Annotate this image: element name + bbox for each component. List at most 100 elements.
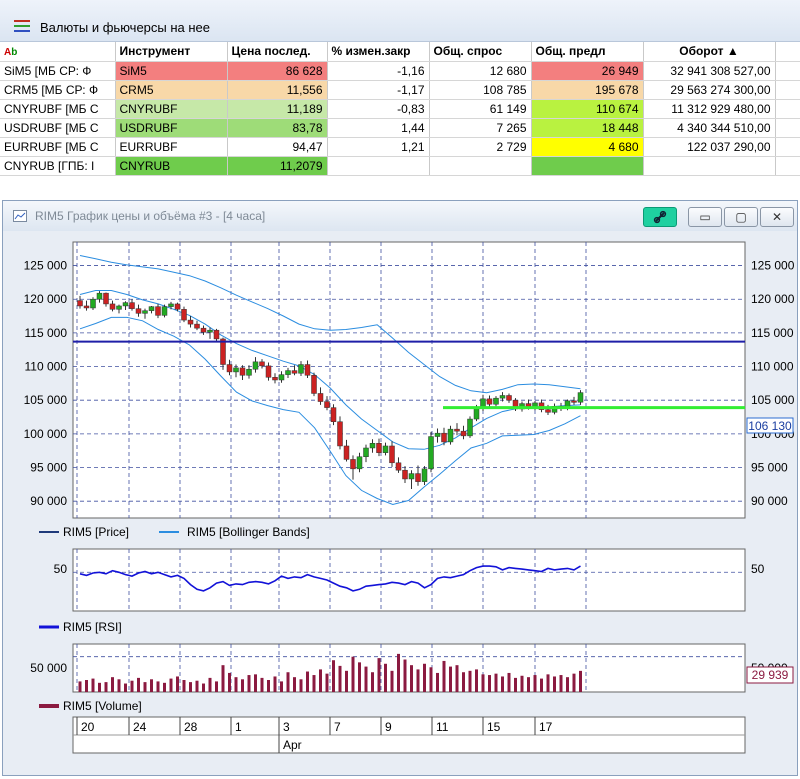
candle-down xyxy=(389,445,395,464)
candle-up xyxy=(363,447,369,457)
volume-plot-area[interactable] xyxy=(72,643,746,693)
volume-bar xyxy=(156,681,160,692)
quotes-title: Валюты и фьючерсы на нее xyxy=(40,20,211,35)
price-axis-label-left: 90 000 xyxy=(30,494,67,508)
row-offer[interactable] xyxy=(531,156,644,176)
column-header-last-price[interactable]: Цена послед. xyxy=(227,42,328,62)
row-bid[interactable]: 7 265 xyxy=(429,118,532,138)
candle-down xyxy=(129,302,135,309)
row-instrument-name[interactable]: SiM5 [МБ СР: Ф xyxy=(0,61,116,81)
row-instrument-code[interactable]: SiM5 xyxy=(115,61,228,81)
row-offer[interactable]: 195 678 xyxy=(531,80,644,100)
candle-down xyxy=(239,367,246,376)
row-instrument-name[interactable]: EURRUBF [МБ С xyxy=(0,137,116,157)
volume-bar xyxy=(130,680,134,692)
date-label: 24 xyxy=(133,720,147,734)
row-instrument-code[interactable]: USDRUBF xyxy=(115,118,228,138)
volume-bar xyxy=(540,678,543,692)
row-last-price[interactable]: 94,47 xyxy=(227,137,328,157)
quote-row[interactable]: USDRUBF [МБ С USDRUBF 83,78 1,44 7 265 18 448… xyxy=(0,118,800,138)
quote-row[interactable]: CRM5 [МБ СР: Ф CRM5 11,556 -1,17 108 785 195 … xyxy=(0,80,800,100)
minimize-button[interactable]: ▭ xyxy=(688,207,722,227)
row-turnover[interactable]: 4 340 344 510,00 xyxy=(643,118,776,138)
row-change[interactable]: -0,83 xyxy=(327,99,430,119)
row-bid[interactable] xyxy=(429,156,532,176)
close-button[interactable]: ✕ xyxy=(760,207,794,227)
row-change[interactable]: -1,16 xyxy=(327,61,430,81)
row-instrument-code[interactable]: CRM5 xyxy=(115,80,228,100)
candle-down xyxy=(350,459,356,470)
volume-axis-label-left: 50 000 xyxy=(30,661,67,675)
row-change[interactable]: 1,21 xyxy=(327,137,430,157)
ab-marker[interactable]: Ab xyxy=(0,42,116,62)
candle-down xyxy=(486,398,493,405)
price-axis-label-right: 120 000 xyxy=(751,292,795,306)
volume-bar xyxy=(78,681,82,692)
row-change[interactable]: 1,44 xyxy=(327,118,430,138)
price-axis-label-left: 110 000 xyxy=(25,360,68,374)
row-turnover[interactable]: 11 312 929 480,00 xyxy=(643,99,776,119)
row-last-price[interactable]: 11,189 xyxy=(227,99,328,119)
row-change[interactable] xyxy=(327,156,430,176)
row-change[interactable]: -1,17 xyxy=(327,80,430,100)
row-instrument-name[interactable]: CNYRUB [ГПБ: I xyxy=(0,156,116,176)
column-header-offer[interactable]: Общ. предл xyxy=(531,42,644,62)
row-instrument-name[interactable]: USDRUBF [МБ С xyxy=(0,118,116,138)
row-last-price[interactable]: 11,556 xyxy=(227,80,328,100)
row-filler xyxy=(775,118,800,138)
row-offer[interactable]: 4 680 xyxy=(531,137,644,157)
column-header-bid[interactable]: Общ. спрос xyxy=(429,42,532,62)
row-bid[interactable]: 2 729 xyxy=(429,137,532,157)
row-instrument-code[interactable]: EURRUBF xyxy=(115,137,228,157)
candle-up xyxy=(434,432,441,437)
volume-bar xyxy=(351,656,355,692)
price-axis-label-left: 125 000 xyxy=(24,259,68,273)
quote-row[interactable]: EURRUBF [МБ С EURRUBF 94,47 1,21 2 729 4 680 1… xyxy=(0,137,800,157)
quotes-title-bar[interactable]: Валюты и фьючерсы на нее xyxy=(0,0,800,42)
column-header-change[interactable]: % измен.закр xyxy=(327,42,430,62)
quote-row[interactable]: SiM5 [МБ СР: Ф SiM5 86 628 -1,16 12 680 26 94… xyxy=(0,61,800,81)
candle-down xyxy=(460,430,467,437)
link-button[interactable] xyxy=(643,207,677,227)
row-bid[interactable]: 12 680 xyxy=(429,61,532,81)
quotes-window: Валюты и фьючерсы на нее Ab Инструмент Ц… xyxy=(0,0,800,184)
volume-bar xyxy=(416,669,420,692)
row-offer[interactable]: 18 448 xyxy=(531,118,644,138)
row-last-price[interactable]: 83,78 xyxy=(227,118,328,138)
row-turnover[interactable]: 29 563 274 300,00 xyxy=(643,80,776,100)
restore-button[interactable]: ▢ xyxy=(724,207,758,227)
row-filler xyxy=(775,156,800,176)
column-header-turnover[interactable]: Оборот ▲ xyxy=(643,42,776,62)
row-last-price[interactable]: 86 628 xyxy=(227,61,328,81)
volume-bar xyxy=(423,663,426,692)
row-instrument-name[interactable]: CRM5 [МБ СР: Ф xyxy=(0,80,116,100)
volume-bar xyxy=(533,675,537,692)
row-offer[interactable]: 110 674 xyxy=(531,99,644,119)
column-header-instrument[interactable]: Инструмент xyxy=(115,42,228,62)
row-last-price[interactable]: 11,2079 xyxy=(227,156,328,176)
volume-bar xyxy=(403,659,407,692)
row-turnover[interactable] xyxy=(643,156,776,176)
volume-bar xyxy=(234,677,238,692)
row-turnover[interactable]: 122 037 290,00 xyxy=(643,137,776,157)
row-turnover[interactable]: 32 941 308 527,00 xyxy=(643,61,776,81)
row-bid[interactable]: 61 149 xyxy=(429,99,532,119)
volume-bar xyxy=(202,683,205,692)
price-axis-label-left: 120 000 xyxy=(24,292,68,306)
quote-row[interactable]: CNYRUB [ГПБ: I CNYRUB 11,2079 xyxy=(0,156,800,176)
row-instrument-code[interactable]: CNYRUB xyxy=(115,156,228,176)
candle-down xyxy=(181,309,187,321)
row-instrument-name[interactable]: CNYRUBF [МБ С xyxy=(0,99,116,119)
candle-down xyxy=(304,364,311,376)
row-offer[interactable]: 26 949 xyxy=(531,61,644,81)
chart-canvas[interactable]: 125 000 125 000 120 000 120 000 115 000 115 0… xyxy=(3,231,797,775)
candle-down xyxy=(454,428,460,432)
price-axis-label-right: 110 000 xyxy=(751,360,794,374)
row-bid[interactable]: 108 785 xyxy=(429,80,532,100)
chart-title-bar[interactable]: RIM5 График цены и объёма #3 - [4 часа] … xyxy=(3,201,797,231)
quotes-table[interactable]: Ab Инструмент Цена послед. % измен.закр … xyxy=(0,42,800,176)
volume-bar xyxy=(449,666,452,692)
row-instrument-code[interactable]: CNYRUBF xyxy=(115,99,228,119)
rsi-plot-area[interactable] xyxy=(72,548,746,612)
quote-row[interactable]: CNYRUBF [МБ С CNYRUBF 11,189 -0,83 61 149 110… xyxy=(0,99,800,119)
